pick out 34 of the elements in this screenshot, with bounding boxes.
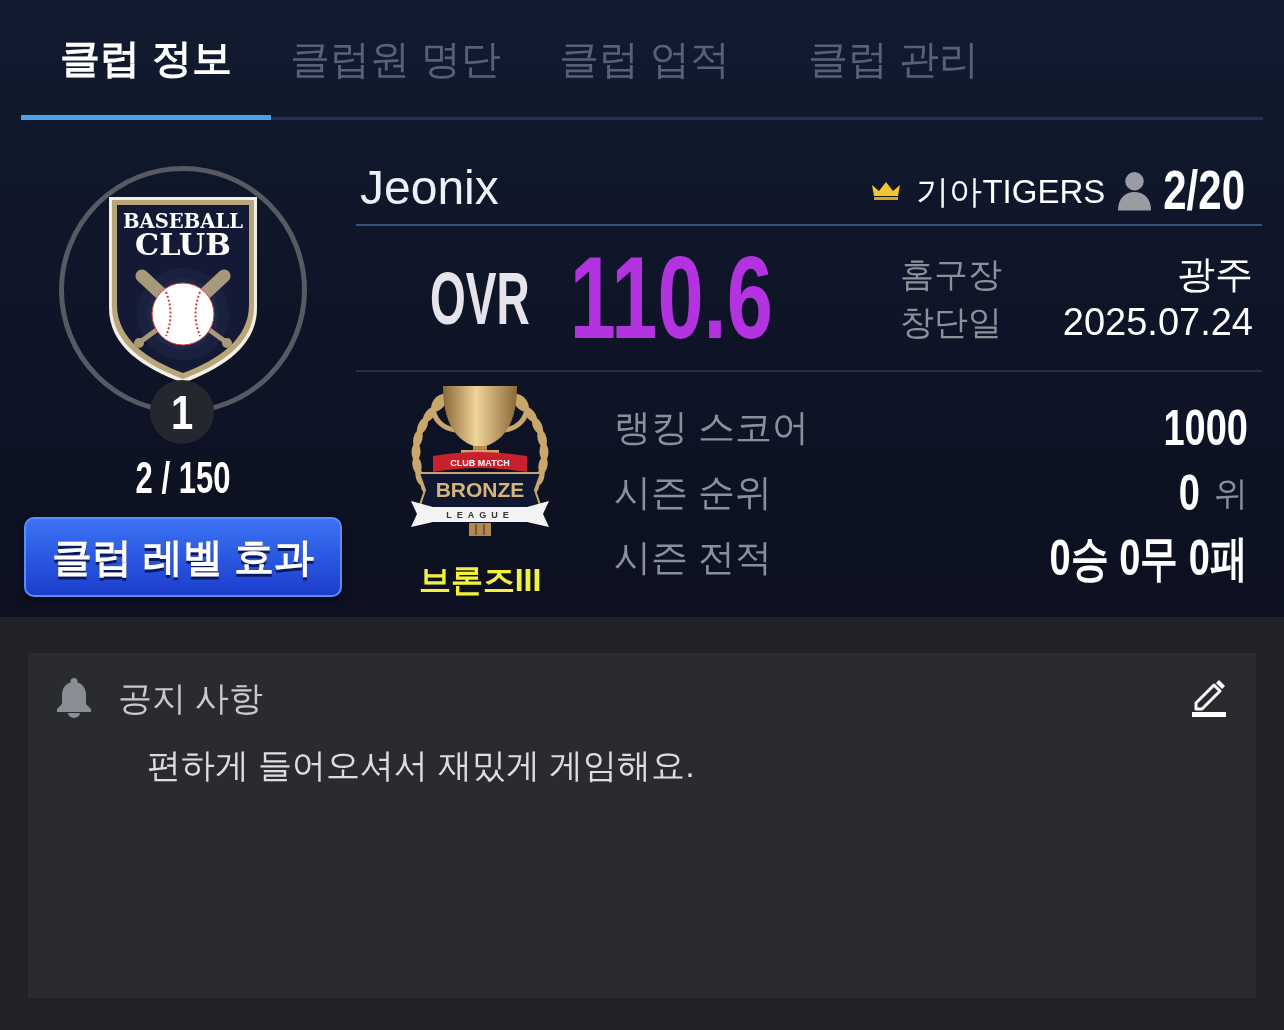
stat-unit: 위 [1214, 475, 1248, 510]
ovr-label: OVR [430, 261, 530, 335]
notice-message: 편하게 들어오셔서 재밌게 게임해요. [147, 745, 695, 786]
stat-value: 0승 0무 0패 [1049, 532, 1248, 583]
detail-label: 창단일 [900, 305, 1002, 339]
ovr-value: 110.6 [569, 239, 773, 357]
detail-value: 광주 [1177, 255, 1253, 293]
detail-label: 홈구장 [900, 257, 1002, 291]
stat-value: 1000 [1163, 402, 1248, 453]
club-leader: 기아TIGERS [916, 174, 1106, 208]
stat-label: 시즌 순위 [614, 474, 773, 511]
club-level-badge: 1 [150, 380, 214, 444]
trophy-pillar-drawing [469, 523, 491, 536]
bell-icon [55, 678, 93, 718]
stat-label: 랭킹 스코어 [614, 409, 810, 446]
crown-icon [871, 182, 902, 200]
person-icon [1117, 171, 1153, 211]
tab[interactable]: 클럽원 명단 [271, 0, 520, 120]
badge-caption: CLUB MATCH [450, 458, 510, 468]
member-count: 2/20 [1163, 163, 1245, 219]
stat-value: 0 [1178, 467, 1200, 518]
league-tier-label: 브론즈III [418, 564, 542, 596]
club-level-effect-button[interactable]: 클럽 레벨 효과 [24, 517, 342, 597]
league-caption: LEAGUE [446, 510, 514, 520]
tab[interactable]: 클럽 관리 [769, 0, 1018, 120]
club-name: Jeonix [360, 164, 499, 212]
tab[interactable]: 클럽 정보 [21, 0, 271, 120]
detail-value: 2025.07.24 [1062, 303, 1253, 341]
tab[interactable]: 클럽 업적 [520, 0, 769, 120]
league-name: BRONZE [435, 478, 525, 501]
club-exp: 2 / 150 [135, 455, 231, 500]
stat-label: 시즌 전적 [614, 539, 773, 576]
edit-icon[interactable] [1192, 679, 1226, 717]
notice-title: 공지 사항 [118, 681, 264, 715]
